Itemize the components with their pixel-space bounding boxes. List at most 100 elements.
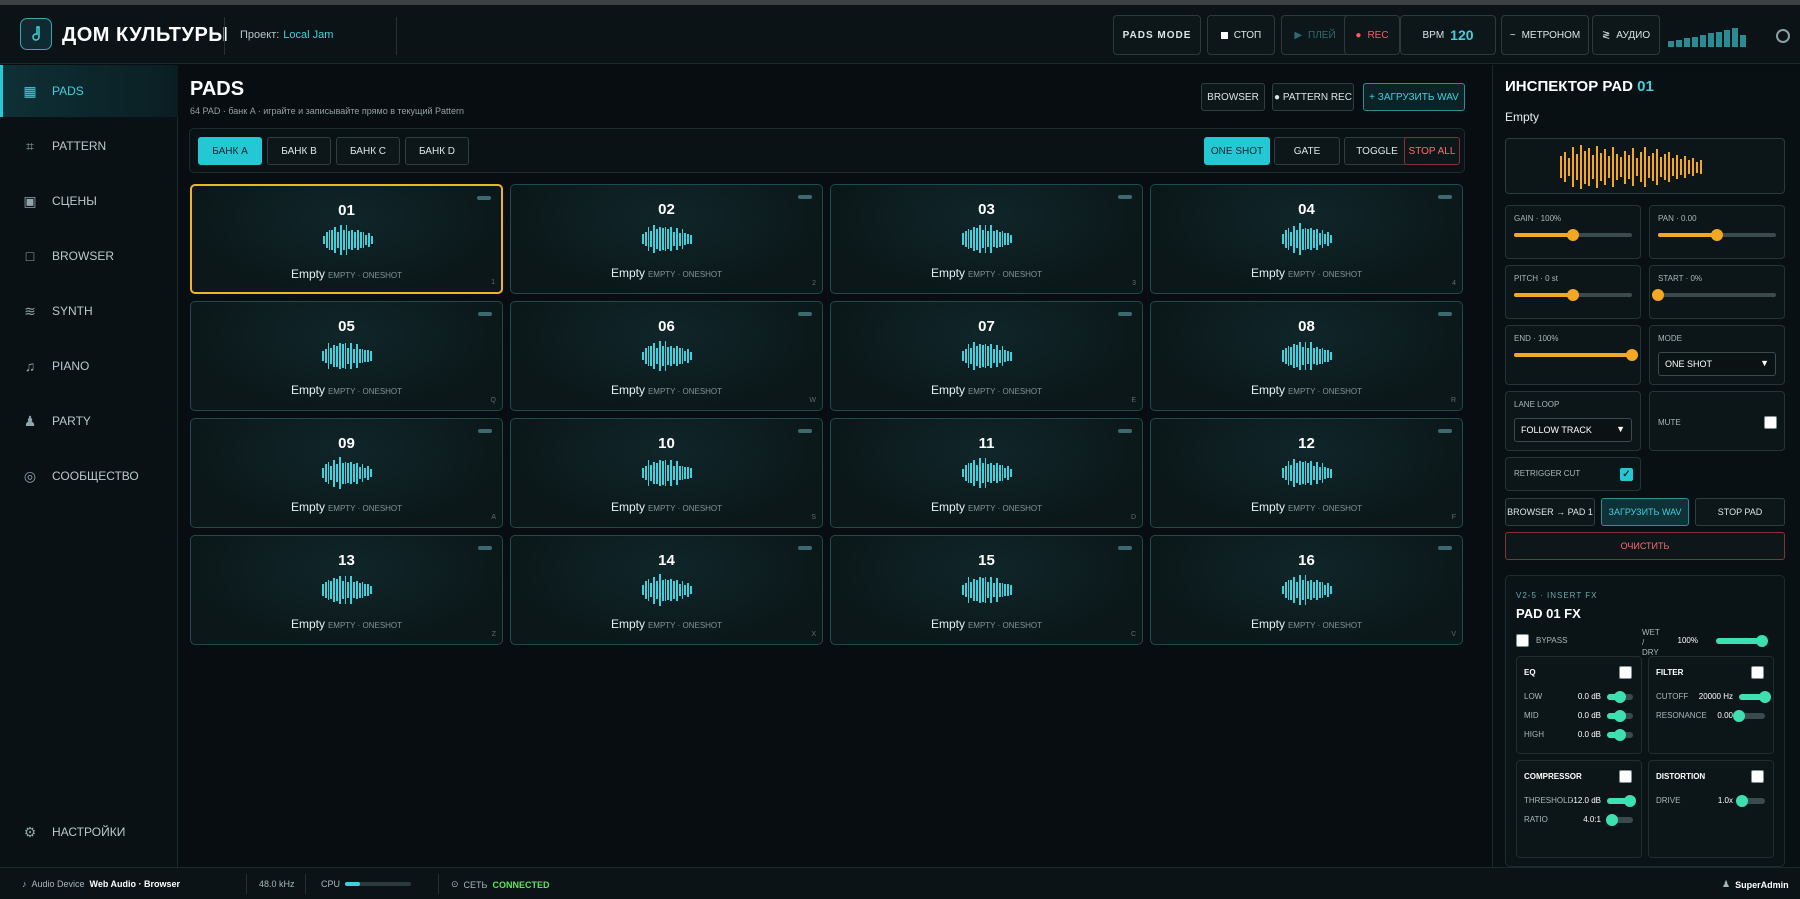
mute-checkbox[interactable] <box>1764 416 1777 429</box>
pad-waveform-icon <box>322 340 372 372</box>
sample-rate: 48.0 kHz <box>259 879 295 889</box>
fx-param-slider[interactable] <box>1735 795 1765 807</box>
fx-param-slider[interactable] <box>1739 691 1771 703</box>
mode-select[interactable]: ONE SHOT ▼ <box>1658 352 1776 376</box>
fx-filter-enable-checkbox[interactable] <box>1751 666 1764 679</box>
gear-icon[interactable] <box>1776 29 1790 43</box>
fx-param-slider[interactable] <box>1607 795 1637 807</box>
fx-param-slider[interactable] <box>1606 814 1633 826</box>
sidebar-item-pattern[interactable]: ⌗ PATTERN <box>0 120 178 172</box>
stop-pad-button[interactable]: STOP PAD <box>1695 498 1785 526</box>
pad-sample-name: Empty <box>1250 266 1285 280</box>
pads-mode-button[interactable]: PADS MODE <box>1113 15 1201 55</box>
sample-waveform[interactable] <box>1505 138 1785 194</box>
stop-button[interactable]: СТОП <box>1207 15 1275 55</box>
lane-loop-value: FOLLOW TRACK <box>1521 425 1592 435</box>
pad[interactable]: 02 Empty EMPTY · ONESHOT 2 <box>510 184 823 294</box>
fx-param-slider[interactable] <box>1607 691 1633 703</box>
sidebar-item-pads[interactable]: ▦ PADS <box>0 65 178 117</box>
pattern-rec-button[interactable]: ● PATTERN REC <box>1272 83 1354 111</box>
sidebar-item-browser[interactable]: □ BROWSER <box>0 230 178 282</box>
bpm-control[interactable]: BPM 120 <box>1400 15 1496 55</box>
browser-to-pad-button[interactable]: BROWSER → PAD 1 <box>1505 498 1595 526</box>
fx-param-slider[interactable] <box>1607 729 1633 741</box>
inspector-load-wav-button[interactable]: ЗАГРУЗИТЬ WAV <box>1601 498 1689 526</box>
audio-device-status[interactable]: ♪ Audio Device Web Audio · Browser <box>22 879 180 889</box>
fx-param-slider[interactable] <box>1733 710 1765 722</box>
pad-status-led <box>1118 546 1132 550</box>
pad-status-led <box>1438 195 1452 199</box>
pad[interactable]: 06 Empty EMPTY · ONESHOT W <box>510 301 823 411</box>
pad[interactable]: 09 Empty EMPTY · ONESHOT A <box>190 418 503 528</box>
metronome-button[interactable]: ~ МЕТРОНОМ <box>1501 15 1589 55</box>
sample-name: Empty <box>1505 110 1540 124</box>
bank-tab[interactable]: БАНК B <box>267 137 331 165</box>
audio-wave-icon: ≷ <box>1601 29 1611 41</box>
pad[interactable]: 07 Empty EMPTY · ONESHOT E <box>830 301 1143 411</box>
fx-eq-card: EQ LOW 0.0 dB MID 0.0 dB HIGH 0.0 dB <box>1516 656 1642 754</box>
load-wav-button[interactable]: + ЗАГРУЗИТЬ WAV <box>1363 83 1465 111</box>
pad[interactable]: 08 Empty EMPTY · ONESHOT R <box>1150 301 1463 411</box>
wetdry-slider[interactable] <box>1716 635 1768 647</box>
pad[interactable]: 01 Empty EMPTY · ONESHOT 1 <box>190 184 503 294</box>
play-mode-button[interactable]: TOGGLE <box>1344 137 1410 165</box>
play-mode-button[interactable]: GATE <box>1274 137 1340 165</box>
project-info[interactable]: Проект: Local Jam <box>240 29 333 41</box>
browser-button[interactable]: BROWSER <box>1201 83 1265 111</box>
pad-key-hint: 1 <box>491 279 495 286</box>
pad[interactable]: 10 Empty EMPTY · ONESHOT S <box>510 418 823 528</box>
end-slider[interactable] <box>1514 349 1638 361</box>
pad[interactable]: 04 Empty EMPTY · ONESHOT 4 <box>1150 184 1463 294</box>
sidebar-item-сцены[interactable]: ▣ СЦЕНЫ <box>0 175 178 227</box>
fx-eq-enable-checkbox[interactable] <box>1619 666 1632 679</box>
rec-button[interactable]: ● REC <box>1344 15 1400 55</box>
gain-slider[interactable] <box>1514 229 1632 241</box>
bank-tab[interactable]: БАНК A <box>198 137 262 165</box>
app-logo-icon <box>20 18 52 50</box>
start-slider[interactable] <box>1652 289 1776 301</box>
network-label: СЕТЬ <box>463 879 488 890</box>
fx-compressor-enable-checkbox[interactable] <box>1619 770 1632 783</box>
pad[interactable]: 05 Empty EMPTY · ONESHOT Q <box>190 301 503 411</box>
bank-tab[interactable]: БАНК D <box>405 137 469 165</box>
fx-distortion-enable-checkbox[interactable] <box>1751 770 1764 783</box>
play-mode-button[interactable]: ONE SHOT <box>1204 137 1270 165</box>
pad-waveform-icon <box>962 223 1012 255</box>
page-subtitle: 64 PAD · банк A · играйте и записывайте … <box>190 106 465 116</box>
pad[interactable]: 12 Empty EMPTY · ONESHOT F <box>1150 418 1463 528</box>
meter-bar <box>1676 40 1682 47</box>
sidebar-item-piano[interactable]: ♫ PIANO <box>0 340 178 392</box>
bank-tab[interactable]: БАНК C <box>336 137 400 165</box>
fx-param-slider[interactable] <box>1607 710 1633 722</box>
fx-compressor-card: COMPRESSOR THRESHOLD -12.0 dB RATIO 4.0:1 <box>1516 760 1642 858</box>
status-divider <box>438 874 439 894</box>
pad[interactable]: 11 Empty EMPTY · ONESHOT D <box>830 418 1143 528</box>
pad-key-hint: A <box>491 514 496 521</box>
pad-number: 03 <box>978 201 995 218</box>
sidebar-item-settings[interactable]: ⚙ НАСТРОЙКИ <box>0 806 178 858</box>
fx-param-label: DRIVE <box>1656 796 1681 805</box>
sidebar-item-сообщество[interactable]: ◎ СООБЩЕСТВО <box>0 450 178 502</box>
bypass-checkbox[interactable] <box>1516 634 1529 647</box>
sidebar-item-synth[interactable]: ≋ SYNTH <box>0 285 178 337</box>
sidebar-item-label: НАСТРОЙКИ <box>52 825 126 839</box>
network-status: ⊙ СЕТЬ CONNECTED <box>451 879 549 890</box>
pad[interactable]: 03 Empty EMPTY · ONESHOT 3 <box>830 184 1143 294</box>
clear-pad-button[interactable]: ОЧИСТИТЬ <box>1505 532 1785 560</box>
user-menu[interactable]: ♟ SuperAdmin <box>1722 879 1789 890</box>
lane-loop-select[interactable]: FOLLOW TRACK ▼ <box>1514 418 1632 442</box>
pad[interactable]: 15 Empty EMPTY · ONESHOT C <box>830 535 1143 645</box>
pan-slider[interactable] <box>1658 229 1776 241</box>
pad[interactable]: 14 Empty EMPTY · ONESHOT X <box>510 535 823 645</box>
stop-all-button[interactable]: STOP ALL <box>1404 137 1460 165</box>
pad-key-hint: V <box>1451 631 1456 638</box>
gear-icon: ⚙ <box>23 823 37 840</box>
pad[interactable]: 13 Empty EMPTY · ONESHOT Z <box>190 535 503 645</box>
pad[interactable]: 16 Empty EMPTY · ONESHOT V <box>1150 535 1463 645</box>
audio-button[interactable]: ≷ АУДИО <box>1592 15 1660 55</box>
play-button[interactable]: ▶ ПЛЕЙ <box>1281 15 1349 55</box>
pitch-slider[interactable] <box>1514 289 1632 301</box>
retrigger-checkbox[interactable]: ✓ <box>1620 468 1633 481</box>
pad-number: 15 <box>978 552 995 569</box>
sidebar-item-party[interactable]: ♟ PARTY <box>0 395 178 447</box>
